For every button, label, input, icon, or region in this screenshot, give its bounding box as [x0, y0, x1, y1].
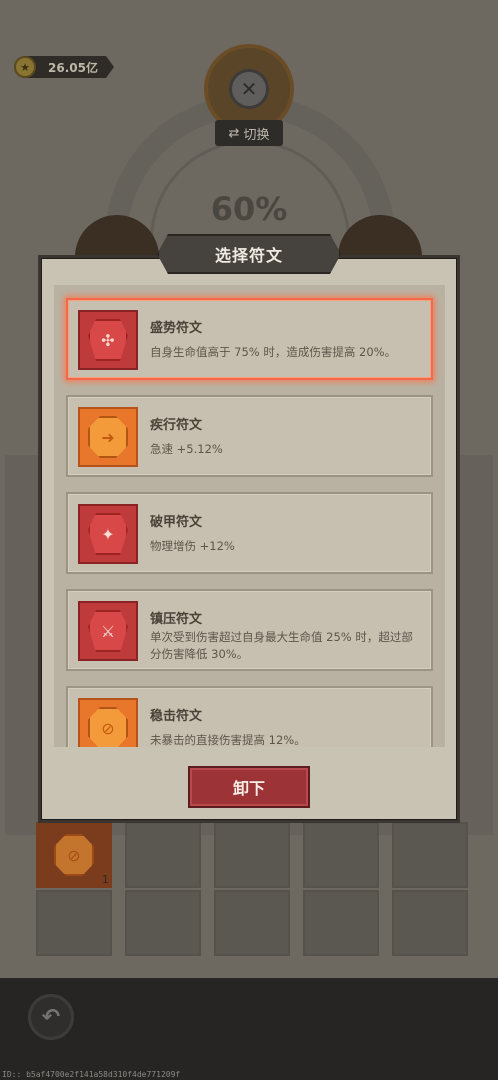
red-gem-icon: ✦	[88, 513, 128, 555]
rune-card[interactable]: ✦ 破甲符文 物理增伤 +12%	[66, 492, 433, 574]
inventory-slot[interactable]	[125, 822, 201, 888]
progress-percent: 60%	[210, 190, 288, 228]
inventory-row-2	[36, 890, 468, 956]
switch-icon: ⇄	[228, 125, 240, 141]
rune-icon-red: ✦	[78, 504, 138, 564]
rune-icon-orange: ⊘	[78, 698, 138, 747]
orange-gem-icon: ➜	[88, 416, 128, 458]
rune-name: 疾行符文	[150, 418, 203, 433]
rune-card[interactable]: ⚔ 镇压符文 单次受到伤害超过自身最大生命值 25% 时，超过部分伤害降低 30…	[66, 589, 433, 671]
back-arrow-icon: ↶	[41, 1004, 61, 1030]
owned-count: 1	[102, 873, 109, 886]
rune-desc: 物理增伤 +12%	[150, 539, 235, 553]
owned-rune-slot[interactable]: ⊘ 1	[36, 822, 112, 888]
rune-name: 破甲符文	[150, 515, 203, 530]
inventory-slot[interactable]	[214, 890, 290, 956]
rune-icon-red: ⚔	[78, 601, 138, 661]
rune-name: 盛势符文	[150, 321, 203, 336]
modal-title: 选择符文	[157, 234, 341, 274]
inventory-slot[interactable]	[392, 890, 468, 956]
rune-desc: 急速 +5.12%	[150, 442, 223, 456]
currency-value: 26.05亿	[48, 60, 98, 75]
rune-card[interactable]: ⊘ 稳击符文 未暴击的直接伤害提高 12%。	[66, 686, 433, 747]
inventory-slot[interactable]	[125, 890, 201, 956]
rune-name: 稳击符文	[150, 709, 203, 724]
red-gem-icon: ✣	[88, 319, 128, 361]
inventory-slot[interactable]	[36, 890, 112, 956]
orange-gem-icon: ⊘	[88, 707, 128, 747]
rune-list[interactable]: ✣ 盛势符文 自身生命值高于 75% 时，造成伤害提高 20%。 ➜ 疾行符文 …	[54, 285, 445, 747]
currency-display: ★ 26.05亿	[14, 56, 114, 78]
unload-button[interactable]: 卸下	[188, 766, 310, 808]
back-button[interactable]: ↶	[28, 994, 74, 1040]
inventory-slot[interactable]	[303, 822, 379, 888]
switch-label: 切换	[243, 127, 270, 143]
red-gem-icon: ⚔	[88, 610, 128, 652]
rune-desc: 自身生命值高于 75% 时，造成伤害提高 20%。	[150, 345, 397, 359]
rune-icon-orange: ➜	[78, 407, 138, 467]
rune-icon-red: ✣	[78, 310, 138, 370]
inventory-slot[interactable]	[303, 890, 379, 956]
rune-card[interactable]: ➜ 疾行符文 急速 +5.12%	[66, 395, 433, 477]
switch-button[interactable]: ⇄ 切换	[215, 120, 283, 146]
locked-rune-icon: ✕	[229, 69, 269, 109]
bottom-bar	[0, 978, 498, 1080]
inventory-slot[interactable]	[214, 822, 290, 888]
rune-card[interactable]: ✣ 盛势符文 自身生命值高于 75% 时，造成伤害提高 20%。	[66, 298, 433, 380]
rune-name: 镇压符文	[150, 612, 203, 627]
orange-rune-icon: ⊘	[54, 834, 94, 876]
inventory-slot[interactable]	[392, 822, 468, 888]
rune-desc: 未暴击的直接伤害提高 12%。	[150, 733, 306, 747]
rune-desc: 单次受到伤害超过自身最大生命值 25% 时，超过部分伤害降低 30%。	[150, 630, 413, 661]
coin-icon: ★	[14, 56, 36, 78]
build-id: ID:: b5af4700e2f141a58d310f4de771209f	[2, 1070, 181, 1079]
